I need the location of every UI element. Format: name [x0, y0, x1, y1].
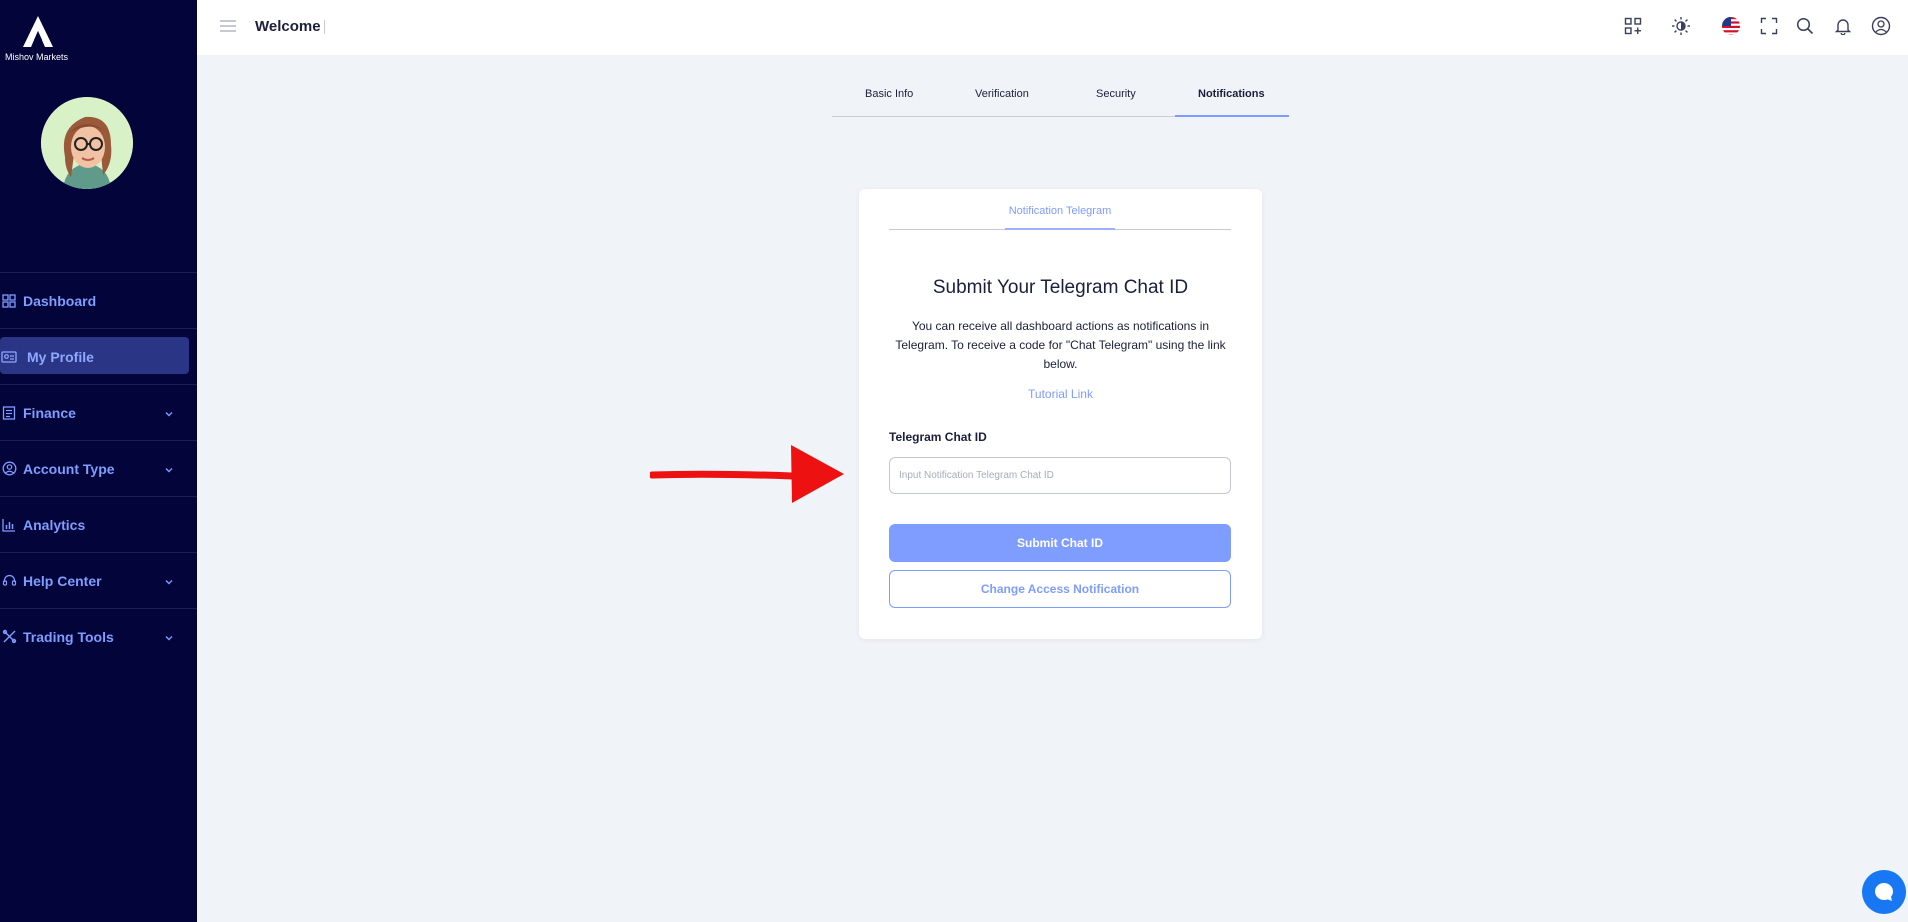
sidebar-item-label: Finance — [23, 404, 76, 421]
chevron-down-icon — [163, 407, 175, 423]
tab-notification-telegram[interactable]: Notification Telegram — [889, 205, 1231, 217]
sidebar-nav: Dashboard My Profile Finance Account Typ… — [0, 272, 197, 664]
profile-card-icon — [0, 348, 18, 366]
change-access-notification-button[interactable]: Change Access Notification — [889, 570, 1231, 608]
tab-notifications[interactable]: Notifications — [1198, 88, 1265, 100]
telegram-notification-card: Notification Telegram Submit Your Telegr… — [859, 189, 1262, 639]
user-account-icon[interactable] — [1868, 13, 1894, 39]
card-active-tab-indicator — [1005, 228, 1115, 230]
tab-security[interactable]: Security — [1096, 88, 1136, 100]
top-header: Welcome — [197, 0, 1908, 55]
chevron-down-icon — [163, 463, 175, 479]
tools-icon — [0, 628, 18, 646]
bell-icon[interactable] — [1830, 13, 1856, 39]
card-description: You can receive all dashboard actions as… — [895, 319, 1226, 371]
sidebar-item-my-profile[interactable]: My Profile — [0, 328, 197, 384]
profile-tabs: Basic Info Verification Security Notific… — [832, 80, 1289, 117]
dashboard-icon — [0, 292, 18, 310]
sidebar-item-label: My Profile — [27, 348, 94, 365]
submit-chat-id-button[interactable]: Submit Chat ID — [889, 524, 1231, 562]
search-icon[interactable] — [1792, 13, 1818, 39]
sidebar-item-trading-tools[interactable]: Trading Tools — [0, 608, 197, 664]
telegram-chat-id-label: Telegram Chat ID — [889, 430, 987, 444]
sidebar-item-dashboard[interactable]: Dashboard — [0, 272, 197, 328]
text-cursor — [323, 20, 325, 35]
analytics-icon — [0, 516, 18, 534]
sidebar-item-label: Trading Tools — [23, 628, 114, 645]
avatar[interactable] — [41, 97, 133, 189]
chat-support-button[interactable] — [1862, 870, 1906, 914]
user-circle-icon — [0, 460, 18, 478]
brightness-icon[interactable] — [1668, 13, 1694, 39]
brand-name: Mishov Markets — [5, 52, 69, 62]
active-tab-indicator — [1175, 115, 1289, 117]
sidebar-item-label: Account Type — [23, 460, 115, 477]
apps-add-icon[interactable] — [1620, 13, 1646, 39]
sidebar-item-label: Dashboard — [23, 292, 97, 309]
chevron-down-icon — [163, 575, 175, 591]
finance-icon — [0, 404, 18, 422]
mountain-logo-icon — [23, 16, 53, 47]
tab-basic-info[interactable]: Basic Info — [865, 88, 913, 100]
red-arrow-annotation — [650, 445, 844, 503]
sidebar-item-label: Help Center — [23, 572, 102, 589]
chevron-down-icon — [163, 631, 175, 647]
card-title: Submit Your Telegram Chat ID — [932, 277, 1189, 298]
headset-icon — [0, 572, 18, 590]
fullscreen-icon[interactable] — [1756, 13, 1782, 39]
tab-verification[interactable]: Verification — [975, 88, 1029, 100]
tutorial-link[interactable]: Tutorial Link — [859, 387, 1262, 401]
sidebar-item-label: Analytics — [23, 516, 86, 533]
sidebar-item-help-center[interactable]: Help Center — [0, 552, 197, 608]
welcome-label: Welcome — [255, 18, 321, 35]
chat-bubble-icon — [1875, 883, 1893, 901]
sidebar-item-finance[interactable]: Finance — [0, 384, 197, 440]
sidebar-item-analytics[interactable]: Analytics — [0, 496, 197, 552]
sidebar: Mishov Markets Dashboard My Profile Fina… — [0, 0, 197, 922]
avatar-illustration — [41, 97, 133, 189]
us-flag-icon[interactable] — [1718, 13, 1744, 39]
sidebar-item-account-type[interactable]: Account Type — [0, 440, 197, 496]
brand-logo[interactable]: Mishov Markets — [5, 14, 75, 62]
hamburger-menu-icon[interactable] — [219, 19, 237, 38]
card-tabs: Notification Telegram — [889, 205, 1231, 220]
welcome-text: Welcome — [255, 18, 325, 35]
telegram-chat-id-input[interactable] — [889, 457, 1231, 494]
